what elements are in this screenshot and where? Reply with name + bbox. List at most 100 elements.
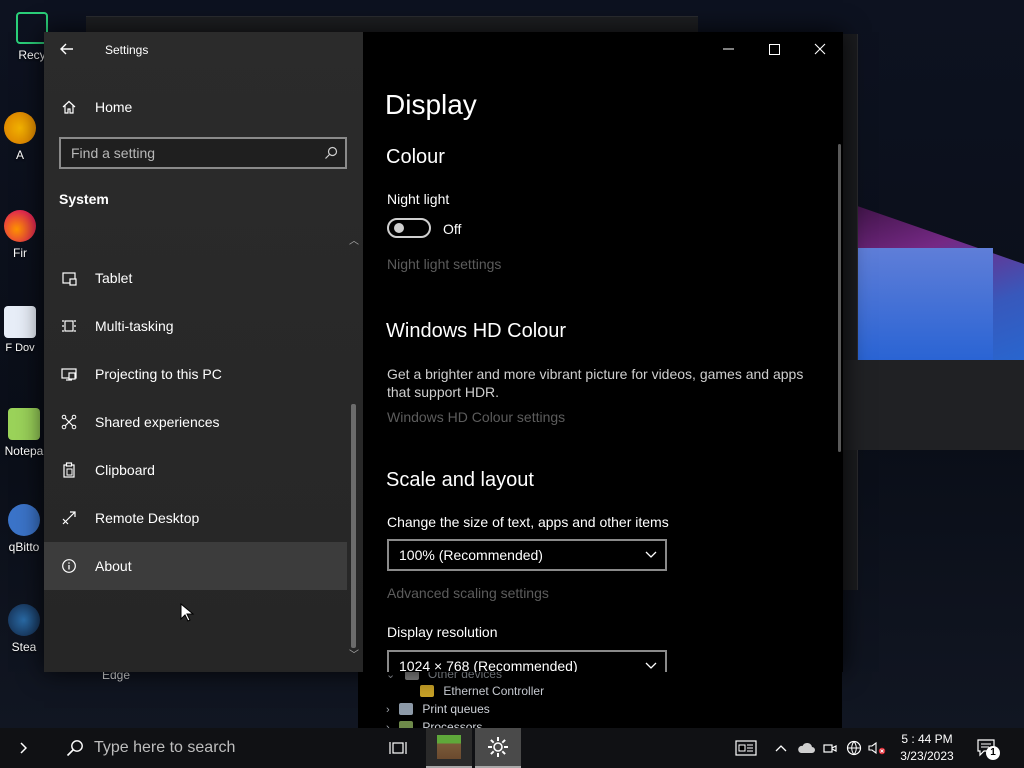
cloud-icon (798, 742, 815, 753)
dm-row-print-queues[interactable]: › Print queues (386, 702, 490, 716)
chevron-down-icon (645, 551, 657, 558)
volume-tray-button[interactable] (866, 728, 888, 768)
nav-home[interactable]: Home (44, 90, 347, 124)
maximize-icon (768, 43, 780, 55)
close-icon (814, 43, 826, 55)
scale-dropdown[interactable]: 100% (Recommended) (387, 539, 667, 571)
globe-icon (846, 740, 862, 756)
hd-colour-settings-link[interactable]: Windows HD Colour settings (387, 409, 565, 425)
wallpaper-light-panel (858, 248, 993, 360)
scroll-up-arrow-icon[interactable]: ︿ (347, 234, 361, 250)
start-expand-button[interactable] (8, 728, 38, 768)
sidebar-scrollbar[interactable]: ︿ ﹀ (347, 232, 361, 672)
tablet-icon (59, 268, 79, 288)
desktop-icon-free-download[interactable]: F Dov (0, 306, 40, 355)
remote-desktop-icon (59, 508, 79, 528)
desktop-icon-qbittorrent[interactable]: qBitto (0, 504, 48, 554)
mouse-cursor-icon (180, 603, 195, 622)
chevron-up-icon (775, 745, 787, 752)
minecraft-icon (437, 735, 461, 759)
desktop-icon-notepad[interactable]: Notepa (0, 408, 48, 458)
night-light-state: Off (443, 221, 462, 237)
nav-item-label: Tablet (95, 270, 133, 286)
maximize-button[interactable] (751, 32, 797, 66)
search-input[interactable] (61, 139, 317, 167)
nav-item-projecting[interactable]: Projecting to this PC (44, 350, 347, 398)
nav-item-label: Shared experiences (95, 414, 220, 430)
info-icon (59, 556, 79, 576)
taskbar-app-minecraft[interactable] (426, 728, 472, 768)
nav-item-clipboard[interactable]: Clipboard (44, 446, 347, 494)
multitasking-icon (59, 316, 79, 336)
nav-item-remote-desktop[interactable]: Remote Desktop (44, 494, 347, 542)
desktop-icon-steam[interactable]: Stea (0, 604, 48, 654)
taskbar-search-input[interactable] (94, 739, 344, 757)
hd-colour-heading: Windows HD Colour (386, 320, 567, 342)
volume-muted-icon (868, 741, 886, 755)
clock-date: 3/23/2023 (900, 749, 954, 763)
advanced-scaling-link[interactable]: Advanced scaling settings (387, 585, 549, 601)
nav-item-label: Clipboard (95, 462, 155, 478)
nav-item-shared-experiences[interactable]: Shared experiences (44, 398, 347, 446)
resolution-dropdown[interactable]: 1024 × 768 (Recommended) (387, 650, 667, 672)
desktop-icon-a[interactable]: A (0, 112, 40, 162)
scroll-down-arrow-icon[interactable]: ﹀ (347, 648, 361, 664)
desktop-icon-firefox[interactable]: Fir (0, 210, 40, 260)
sidebar-scroll-thumb[interactable] (351, 404, 356, 648)
taskbar-app-settings[interactable] (475, 728, 521, 768)
meet-now-tray-button[interactable] (820, 728, 840, 768)
taskbar-search[interactable] (46, 728, 346, 768)
nav-item-label: Multi-tasking (95, 318, 174, 334)
network-tray-button[interactable] (843, 728, 865, 768)
shared-experiences-icon (59, 412, 79, 432)
settings-titlebar: Settings (44, 32, 363, 66)
notepad-plus-plus-icon (8, 408, 40, 440)
nav-item-multitasking[interactable]: Multi-tasking (44, 302, 347, 350)
clipboard-icon (59, 460, 79, 480)
onedrive-tray-button[interactable] (794, 728, 818, 768)
download-app-icon (4, 306, 36, 338)
settings-window: Settings Home System (44, 32, 843, 672)
news-icon (735, 740, 757, 756)
projecting-icon (59, 364, 79, 384)
close-button[interactable] (797, 32, 843, 66)
task-view-icon (389, 742, 407, 754)
dm-row-ethernet-controller[interactable]: Ethernet Controller (420, 684, 544, 698)
notification-badge: 1 (986, 746, 1000, 760)
back-arrow-icon (60, 43, 73, 55)
search-field[interactable] (59, 137, 347, 169)
camera-icon (823, 744, 837, 753)
clock-time: 5 : 44 PM (901, 732, 953, 746)
display-settings-pane: Display Colour Night light Off Night lig… (363, 32, 843, 672)
warning-device-icon (420, 685, 434, 697)
background-window-edge (842, 34, 858, 590)
nav-item-tablet[interactable]: Tablet (44, 254, 347, 302)
window-controls (705, 32, 843, 66)
hd-colour-description: Get a brighter and more vibrant picture … (387, 366, 804, 400)
nav-item-label: Projecting to this PC (95, 366, 222, 382)
scale-layout-heading: Scale and layout (386, 469, 534, 491)
tray-clock[interactable]: 5 : 44 PM 3/23/2023 (886, 731, 968, 765)
night-light-label: Night light (387, 191, 450, 207)
night-light-settings-link[interactable]: Night light settings (387, 256, 501, 272)
scale-dropdown-value: 100% (Recommended) (399, 547, 543, 563)
show-hidden-icons-button[interactable] (772, 728, 790, 768)
size-label: Change the size of text, apps and other … (387, 514, 669, 530)
news-widget-button[interactable] (730, 728, 762, 768)
settings-sidebar: Settings Home System (44, 32, 363, 672)
minimize-button[interactable] (705, 32, 751, 66)
firefox-icon (4, 210, 36, 242)
gear-icon (488, 737, 508, 757)
colour-heading: Colour (386, 146, 445, 168)
nav-item-about[interactable]: About (44, 542, 347, 590)
main-scrollbar[interactable] (838, 144, 841, 452)
taskbar: 5 : 44 PM 3/23/2023 1 (0, 728, 1024, 768)
search-icon[interactable] (317, 139, 345, 167)
app-title: Settings (105, 43, 149, 57)
nav-item-label: Remote Desktop (95, 510, 200, 526)
section-title-system: System (59, 191, 109, 207)
task-view-button[interactable] (380, 728, 416, 768)
night-light-toggle[interactable] (387, 218, 431, 238)
back-button[interactable] (54, 36, 80, 62)
action-center-button[interactable]: 1 (972, 728, 1002, 768)
